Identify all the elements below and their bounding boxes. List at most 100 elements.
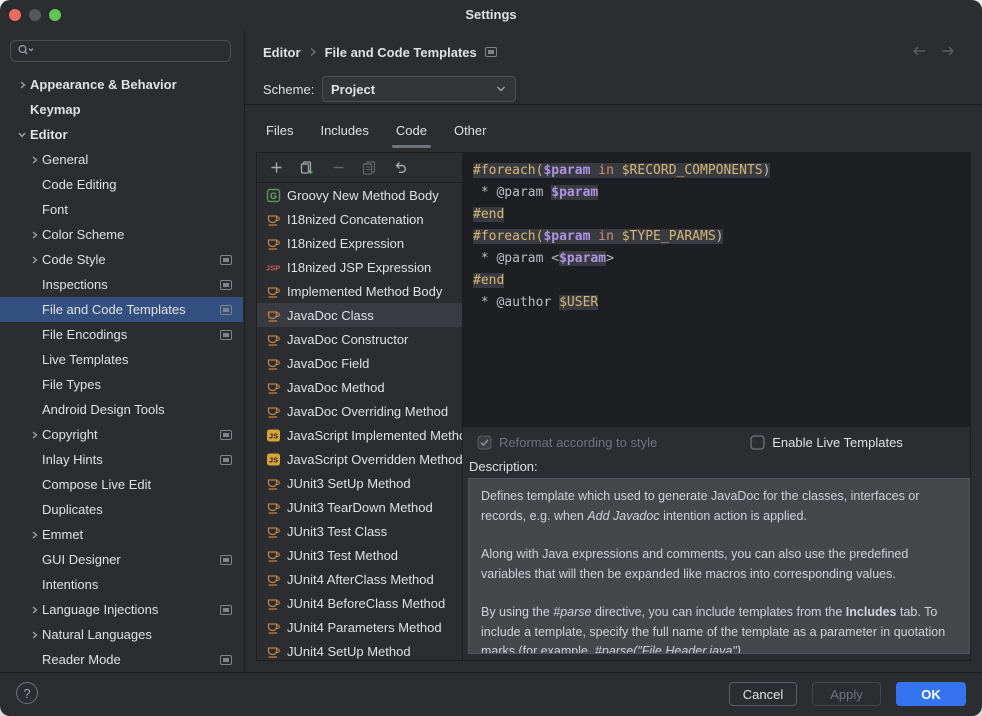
enable-live-templates-checkbox[interactable]: Enable Live Templates	[750, 435, 903, 450]
sidebar-item-file-types[interactable]: File Types	[0, 372, 243, 397]
template-options-row: Reformat according to style Enable Live …	[463, 427, 970, 457]
template-item-junit3-teardown-method[interactable]: JUnit3 TearDown Method	[257, 495, 462, 519]
template-item-javadoc-constructor[interactable]: JavaDoc Constructor	[257, 327, 462, 351]
sidebar-item-compose-live-edit[interactable]: Compose Live Edit	[0, 472, 243, 497]
template-item-junit3-test-method[interactable]: JUnit3 Test Method	[257, 543, 462, 567]
cancel-button[interactable]: Cancel	[729, 682, 797, 706]
template-item-implemented-method-body[interactable]: Implemented Method Body	[257, 279, 462, 303]
tab-files[interactable]: Files	[266, 116, 293, 149]
scheme-dropdown[interactable]: Project	[322, 76, 516, 102]
tab-other[interactable]: Other	[454, 116, 487, 149]
template-item-javadoc-field[interactable]: JavaDoc Field	[257, 351, 462, 375]
template-item-javadoc-overriding-method[interactable]: JavaDoc Overriding Method	[257, 399, 462, 423]
sidebar-item-editor[interactable]: Editor	[0, 122, 243, 147]
template-item-i18nized-jsp-expression[interactable]: JSPI18nized JSP Expression	[257, 255, 462, 279]
reformat-checkbox: Reformat according to style	[477, 435, 657, 450]
template-item-i18nized-expression[interactable]: I18nized Expression	[257, 231, 462, 255]
template-item-junit4-afterclass-method[interactable]: JUnit4 AfterClass Method	[257, 567, 462, 591]
add-button[interactable]	[267, 159, 285, 177]
sidebar-item-intentions[interactable]: Intentions	[0, 572, 243, 597]
ok-button[interactable]: OK	[896, 682, 966, 706]
sidebar-item-inspections[interactable]: Inspections	[0, 272, 243, 297]
header-divider	[245, 104, 982, 105]
sidebar-item-font[interactable]: Font	[0, 197, 243, 222]
svg-text:JSP: JSP	[266, 263, 280, 272]
template-code-editor[interactable]: #foreach($param in $RECORD_COMPONENTS) *…	[463, 153, 970, 427]
template-tabs: Files Includes Code Other	[266, 116, 486, 149]
template-item-groovy-new-method-body[interactable]: GGroovy New Method Body	[257, 183, 462, 207]
sidebar-item-color-scheme[interactable]: Color Scheme	[0, 222, 243, 247]
help-button[interactable]: ?	[16, 682, 38, 704]
sidebar-item-android-design-tools[interactable]: Android Design Tools	[0, 397, 243, 422]
sidebar-item-code-style[interactable]: Code Style	[0, 247, 243, 272]
sidebar-item-keymap[interactable]: Keymap	[0, 97, 243, 122]
sidebar-item-general[interactable]: General	[0, 147, 243, 172]
sidebar-item-label: File Types	[42, 377, 101, 392]
template-item-junit4-setup-method[interactable]: JUnit4 SetUp Method	[257, 639, 462, 660]
template-item-label: I18nized Concatenation	[287, 212, 424, 227]
template-item-junit4-beforeclass-method[interactable]: JUnit4 BeforeClass Method	[257, 591, 462, 615]
template-item-junit3-setup-method[interactable]: JUnit3 SetUp Method	[257, 471, 462, 495]
breadcrumb-item-editor[interactable]: Editor	[263, 45, 301, 60]
java-icon	[265, 211, 281, 227]
project-settings-icon	[220, 455, 232, 465]
template-item-i18nized-concatenation[interactable]: I18nized Concatenation	[257, 207, 462, 231]
chevron-right-icon[interactable]	[26, 430, 42, 440]
sidebar-item-label: Code Style	[42, 252, 106, 267]
template-item-label: Implemented Method Body	[287, 284, 442, 299]
sidebar-item-emmet[interactable]: Emmet	[0, 522, 243, 547]
templates-panel: GGroovy New Method Body I18nized Concaten…	[256, 152, 971, 661]
sidebar-item-inlay-hints[interactable]: Inlay Hints	[0, 447, 243, 472]
settings-window: Settings Appearance & BehaviorKeymapEdit…	[0, 0, 982, 716]
sidebar-item-reader-mode[interactable]: Reader Mode	[0, 647, 243, 672]
template-item-junit4-parameters-method[interactable]: JUnit4 Parameters Method	[257, 615, 462, 639]
sidebar-item-file-and-code-templates[interactable]: File and Code Templates	[0, 297, 243, 322]
chevron-right-icon[interactable]	[14, 80, 30, 90]
project-settings-icon	[220, 305, 232, 315]
sidebar-item-code-editing[interactable]: Code Editing	[0, 172, 243, 197]
java-icon	[265, 355, 281, 371]
search-icon	[17, 43, 34, 60]
project-settings-icon	[485, 45, 497, 60]
chevron-right-icon[interactable]	[26, 155, 42, 165]
template-item-javascript-implemented-method[interactable]: JSJavaScript Implemented Method	[257, 423, 462, 447]
sidebar-item-appearance-behavior[interactable]: Appearance & Behavior	[0, 72, 243, 97]
template-item-junit3-test-class[interactable]: JUnit3 Test Class	[257, 519, 462, 543]
sidebar-item-copyright[interactable]: Copyright	[0, 422, 243, 447]
project-settings-icon	[220, 430, 232, 440]
sidebar-item-label: File and Code Templates	[42, 302, 186, 317]
sidebar-item-label: General	[42, 152, 88, 167]
template-item-javascript-overridden-method[interactable]: JSJavaScript Overridden Method	[257, 447, 462, 471]
chevron-right-icon[interactable]	[26, 630, 42, 640]
sidebar-item-natural-languages[interactable]: Natural Languages	[0, 622, 243, 647]
template-item-label: Groovy New Method Body	[287, 188, 439, 203]
search-input[interactable]	[10, 40, 231, 62]
template-item-label: JUnit4 Parameters Method	[287, 620, 442, 635]
template-item-javadoc-method[interactable]: JavaDoc Method	[257, 375, 462, 399]
chevron-right-icon[interactable]	[26, 605, 42, 615]
sidebar-item-language-injections[interactable]: Language Injections	[0, 597, 243, 622]
sidebar-item-gui-designer[interactable]: GUI Designer	[0, 547, 243, 572]
svg-text:JS: JS	[268, 431, 277, 440]
chevron-right-icon[interactable]	[26, 530, 42, 540]
template-item-label: JUnit3 TearDown Method	[287, 500, 433, 515]
java-icon	[265, 643, 281, 659]
reset-button[interactable]	[391, 159, 409, 177]
java-icon	[265, 475, 281, 491]
tab-includes[interactable]: Includes	[320, 116, 368, 149]
chevron-right-icon[interactable]	[26, 230, 42, 240]
sidebar-item-live-templates[interactable]: Live Templates	[0, 347, 243, 372]
arrow-left-icon	[911, 45, 928, 60]
chevron-right-icon[interactable]	[26, 255, 42, 265]
chevron-down-icon[interactable]	[14, 130, 30, 139]
template-item-javadoc-class[interactable]: JavaDoc Class	[257, 303, 462, 327]
tab-code[interactable]: Code	[396, 116, 427, 149]
copy-template-button[interactable]	[298, 159, 316, 177]
project-settings-icon	[220, 655, 232, 665]
code-line: * @param <$param>	[473, 248, 970, 270]
sidebar-item-label: File Encodings	[42, 327, 127, 342]
sidebar-item-file-encodings[interactable]: File Encodings	[0, 322, 243, 347]
sidebar-item-label: Compose Live Edit	[42, 477, 151, 492]
sidebar-item-label: Language Injections	[42, 602, 158, 617]
sidebar-item-duplicates[interactable]: Duplicates	[0, 497, 243, 522]
